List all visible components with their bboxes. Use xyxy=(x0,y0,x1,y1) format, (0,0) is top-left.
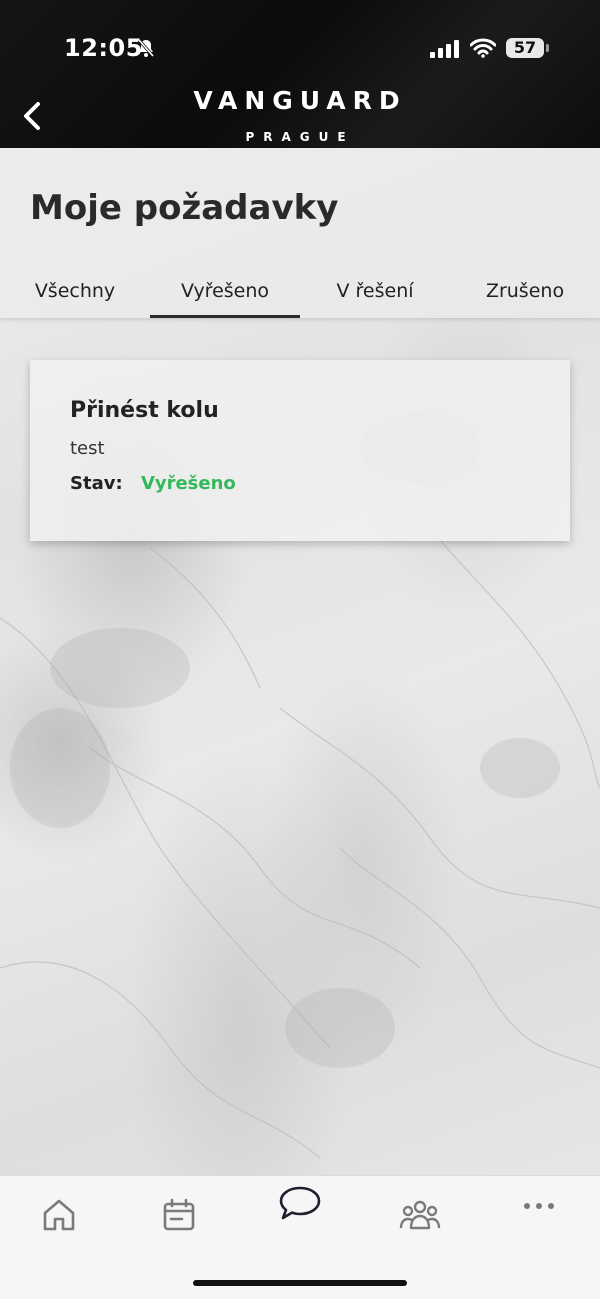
page-title: Moje požadavky xyxy=(30,188,339,228)
filter-tabs: Všechny Vyřešeno V řešení Zrušeno xyxy=(0,268,600,318)
tab-in-progress[interactable]: V řešení xyxy=(300,268,450,318)
tab-cancelled[interactable]: Zrušeno xyxy=(450,268,600,318)
title-panel: Moje požadavky Všechny Vyřešeno V řešení… xyxy=(0,148,600,318)
home-indicator xyxy=(193,1280,407,1286)
brand-logo: VANGUARD xyxy=(193,86,407,115)
battery-icon: 57 xyxy=(506,38,549,58)
request-title: Přinést kolu xyxy=(70,398,219,423)
request-status: Stav: Vyřešeno xyxy=(70,473,530,494)
people-icon[interactable] xyxy=(398,1196,442,1238)
calendar-icon[interactable] xyxy=(160,1196,198,1238)
status-time: 12:05 xyxy=(64,34,143,62)
request-card[interactable]: Přinést kolu test Stav: Vyřešeno xyxy=(30,360,570,541)
home-icon[interactable] xyxy=(40,1196,78,1238)
status-value: Vyřešeno xyxy=(140,473,236,494)
bell-slash-icon xyxy=(136,38,156,62)
status-label: Stav: xyxy=(70,473,123,494)
more-dots-icon[interactable] xyxy=(522,1198,558,1217)
brand-subtitle: PRAGUE xyxy=(245,130,355,144)
tab-all[interactable]: Všechny xyxy=(0,268,150,318)
app-header: 12:05 57 VANGUARD PRAGUE xyxy=(0,0,600,148)
signal-icon xyxy=(430,40,460,62)
wifi-icon xyxy=(469,38,497,62)
request-description: test xyxy=(70,438,105,459)
tab-resolved[interactable]: Vyřešeno xyxy=(150,268,300,318)
chat-bubble-icon[interactable] xyxy=(278,1184,322,1228)
